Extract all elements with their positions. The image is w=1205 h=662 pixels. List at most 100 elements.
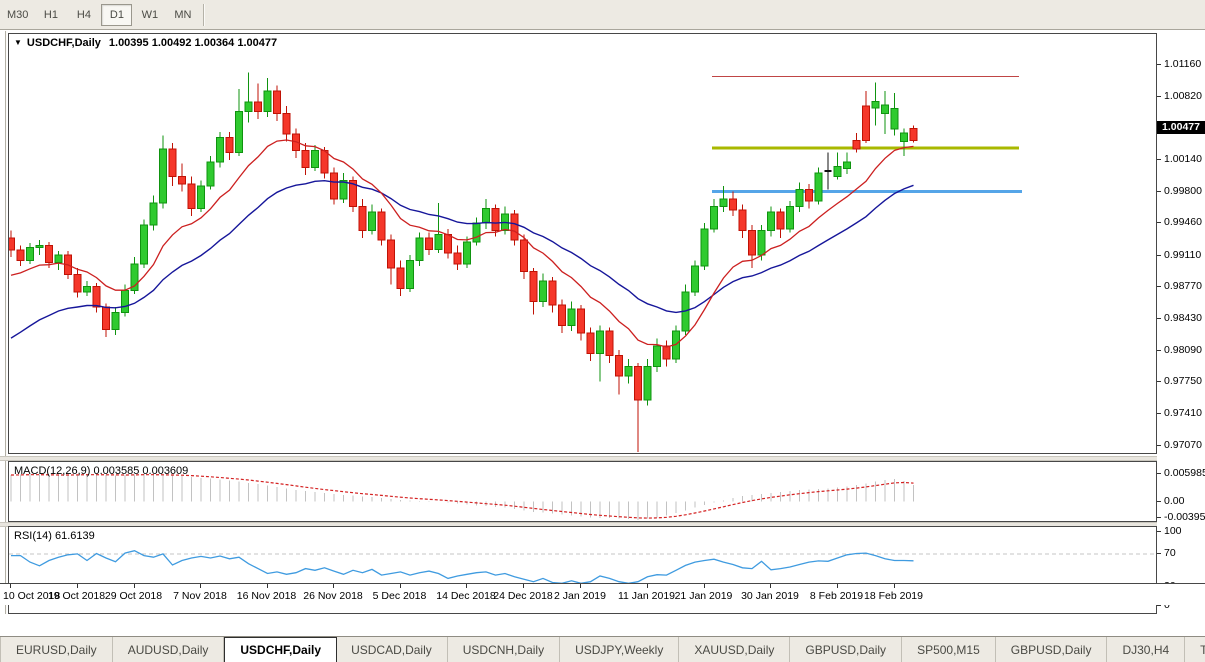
price-tick-label-tick [1157,445,1161,446]
candle-bull [369,212,376,231]
price-tick-label-tick [1157,64,1161,65]
candle-bear [17,250,24,260]
macd-axis-label: 0.005985 [1164,467,1205,479]
date-tick [77,584,78,588]
macd-panel[interactable]: MACD(12,26,9) 0.003585 0.003609 [8,461,1157,522]
candle-bull [27,247,34,260]
price-chart-panel[interactable]: ▼USDCHF,Daily1.00395 1.00492 1.00364 1.0… [8,33,1157,454]
date-label: 14 Dec 2018 [436,590,496,602]
timeframe-button-h4[interactable]: H4 [68,4,99,26]
macd-axis-label: -0.003954 [1164,511,1205,523]
price-tick-label-tick [1157,159,1161,160]
rsi-line [11,551,914,584]
date-tick [523,584,524,588]
chart-tab-usdcad-daily[interactable]: USDCAD,Daily [336,637,448,662]
candle-bear [511,214,518,240]
candle-bear [445,234,452,253]
price-tick-label: 0.98090 [1164,344,1202,356]
candle-bull [55,255,62,262]
candle-bear [188,184,195,208]
timeframe-button-mn[interactable]: MN [167,4,198,26]
date-label: 7 Nov 2018 [173,590,227,602]
timeframe-button-d1[interactable]: D1 [101,4,132,26]
date-label: 16 Nov 2018 [237,590,297,602]
price-tick-label: 1.01160 [1164,58,1201,70]
candle-bull [815,173,822,201]
macd-axis-label: 0.00 [1164,495,1184,507]
candle-bull [787,206,794,228]
candle-bull [236,112,243,153]
price-tick-label: 0.97750 [1164,375,1202,387]
date-tick [837,584,838,588]
candle-bull [36,246,43,248]
candle-bear [749,231,756,255]
date-label: 18 Feb 2019 [864,590,923,602]
candle-bull [692,266,699,292]
candle-bull [654,346,661,366]
price-tick-label: 0.99460 [1164,216,1202,228]
candle-bull [473,223,480,242]
chart-tab-xauusd-daily[interactable]: XAUUSD,Daily [679,637,790,662]
chart-title: ▼USDCHF,Daily1.00395 1.00492 1.00364 1.0… [14,37,277,49]
candle-bear [578,309,585,333]
candle-bear [103,307,110,329]
candle-bear [454,253,461,264]
date-label: 2 Jan 2019 [554,590,606,602]
timeframe-button-m30[interactable]: M30 [2,4,33,26]
chart-tab-usdcnh-daily[interactable]: USDCNH,Daily [448,637,560,662]
candle-bull [407,260,414,288]
rsi-label: RSI(14) 61.6139 [14,530,95,542]
candle-bear [549,281,556,305]
current-price-label: 1.00477 [1157,121,1205,134]
candle-bear [806,190,813,201]
date-tick [333,584,334,588]
rsi-axis-label: 100 [1164,525,1182,537]
date-tick [10,584,11,588]
candle-bear [93,287,100,307]
candle-bear [663,346,670,359]
candle-bear [492,208,499,230]
price-tick-label-tick [1157,96,1161,97]
candle-bear [255,102,262,111]
price-tick-label-tick [1157,222,1161,223]
date-tick [134,584,135,588]
candle-bear [169,149,176,177]
chart-tab-usdchf-daily[interactable]: USDCHF,Daily [224,637,337,662]
chart-workspace: ▼USDCHF,Daily1.00395 1.00492 1.00364 1.0… [0,31,1205,614]
chart-tab-dj30-h4[interactable]: DJ30,H4 [1107,637,1185,662]
chart-tab-gbpusd-daily[interactable]: GBPUSD,Daily [996,637,1108,662]
chart-tab-audusd-daily[interactable]: AUDUSD,Daily [113,637,225,662]
price-tick-label: 0.99800 [1164,185,1202,197]
candle-bull [872,101,879,108]
candle-bull [891,109,898,129]
price-tick-label-tick [1157,286,1161,287]
chart-tab-tech100[interactable]: TECH100, [1185,637,1205,662]
date-tick [400,584,401,588]
candle-bear [910,128,917,140]
timeframe-button-w1[interactable]: W1 [134,4,165,26]
rsi-axis-label-tick [1157,553,1161,554]
candle-bull [122,290,129,312]
candle-bear [530,272,537,302]
candle-bull [84,287,91,293]
price-tick-label: 1.00820 [1164,90,1202,102]
candle-bull [901,133,908,141]
candle-bear [9,238,15,250]
chart-tab-usdjpy-weekly[interactable]: USDJPY,Weekly [560,637,679,662]
candle-bull [464,242,471,264]
timeframe-button-h1[interactable]: H1 [35,4,66,26]
candle-bear [777,212,784,229]
price-tick-label-tick [1157,191,1161,192]
price-tick-label-tick [1157,381,1161,382]
price-tick-label-tick [1157,413,1161,414]
price-tick-label-tick [1157,318,1161,319]
candle-bull [160,149,167,203]
candlestick-chart[interactable] [9,34,1158,455]
price-tick-label: 0.99110 [1164,249,1201,261]
chart-tab-eurusd-daily[interactable]: EURUSD,Daily [1,637,113,662]
symbol-dropdown-icon[interactable]: ▼ [14,38,22,47]
chart-tab-bar: EURUSD,DailyAUDUSD,DailyUSDCHF,DailyUSDC… [0,636,1205,662]
candle-bull [701,229,708,266]
chart-tab-gbpusd-daily[interactable]: GBPUSD,Daily [790,637,902,662]
chart-tab-sp500-m15[interactable]: SP500,M15 [902,637,996,662]
